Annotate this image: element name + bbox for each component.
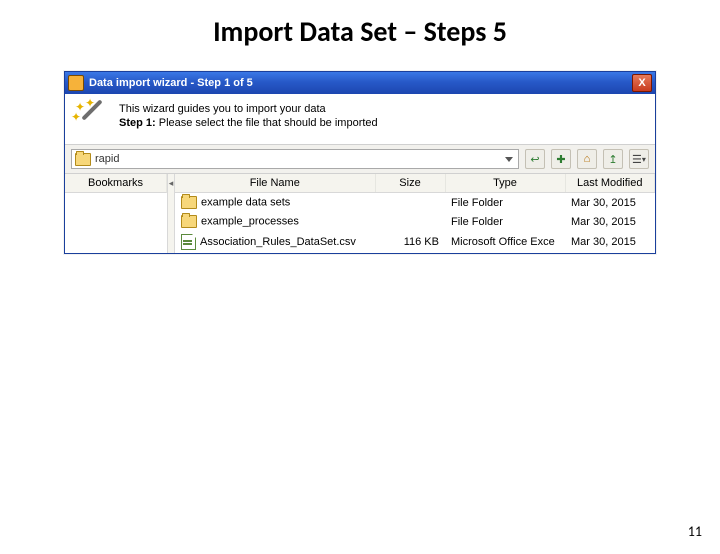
path-value: rapid	[95, 153, 499, 165]
column-size[interactable]: Size	[375, 174, 445, 193]
excel-file-icon	[181, 234, 196, 250]
column-modified[interactable]: Last Modified	[565, 174, 655, 193]
pane-splitter[interactable]: ◂	[168, 174, 175, 253]
path-dropdown[interactable]: rapid	[71, 149, 519, 169]
back-icon[interactable]: ↩	[525, 149, 545, 169]
folder-icon	[181, 196, 197, 209]
column-filename[interactable]: File Name	[175, 174, 375, 193]
wizard-wand-icon: ✦✦✦	[75, 102, 109, 136]
file-browser: Bookmarks ◂ File Name Size Type Last Mod…	[65, 174, 655, 253]
cell-filename: example_processes	[201, 215, 299, 227]
cell-size	[375, 212, 445, 231]
slide-title: Import Data Set – Steps 5	[0, 14, 720, 49]
cell-size	[375, 193, 445, 213]
view-icon[interactable]: ☰▾	[629, 149, 649, 169]
wizard-step-text: Please select the file that should be im…	[156, 117, 378, 129]
app-icon	[68, 75, 84, 91]
folder-icon	[181, 215, 197, 228]
cell-filename: example data sets	[201, 196, 290, 208]
cell-filename: Association_Rules_DataSet.csv	[200, 236, 356, 248]
cell-type: File Folder	[445, 193, 565, 213]
title-bar[interactable]: Data import wizard - Step 1 of 5 X	[65, 72, 655, 94]
wizard-window: Data import wizard - Step 1 of 5 X ✦✦✦ T…	[64, 71, 656, 254]
up-icon[interactable]: ↥	[603, 149, 623, 169]
window-title: Data import wizard - Step 1 of 5	[89, 77, 632, 89]
cell-size: 116 KB	[375, 231, 445, 253]
wizard-intro: This wizard guides you to import your da…	[119, 102, 378, 116]
new-folder-icon[interactable]: ✚	[551, 149, 571, 169]
column-type[interactable]: Type	[445, 174, 565, 193]
page-number: 11	[688, 523, 702, 540]
chevron-down-icon[interactable]	[505, 157, 513, 162]
cell-modified: Mar 30, 2015	[565, 193, 655, 213]
wizard-header: ✦✦✦ This wizard guides you to import you…	[65, 94, 655, 145]
wizard-step-label: Step 1:	[119, 117, 156, 129]
table-row[interactable]: Association_Rules_DataSet.csv 116 KB Mic…	[175, 231, 655, 253]
home-icon[interactable]: ⌂	[577, 149, 597, 169]
path-toolbar: rapid ↩ ✚ ⌂ ↥ ☰▾	[65, 145, 655, 174]
folder-icon	[75, 153, 91, 166]
cell-modified: Mar 30, 2015	[565, 212, 655, 231]
close-icon[interactable]: X	[632, 74, 652, 92]
cell-type: File Folder	[445, 212, 565, 231]
cell-modified: Mar 30, 2015	[565, 231, 655, 253]
table-row[interactable]: example_processes File Folder Mar 30, 20…	[175, 212, 655, 231]
column-bookmarks[interactable]: Bookmarks	[65, 174, 167, 193]
cell-type: Microsoft Office Exce	[445, 231, 565, 253]
table-row[interactable]: example data sets File Folder Mar 30, 20…	[175, 193, 655, 213]
